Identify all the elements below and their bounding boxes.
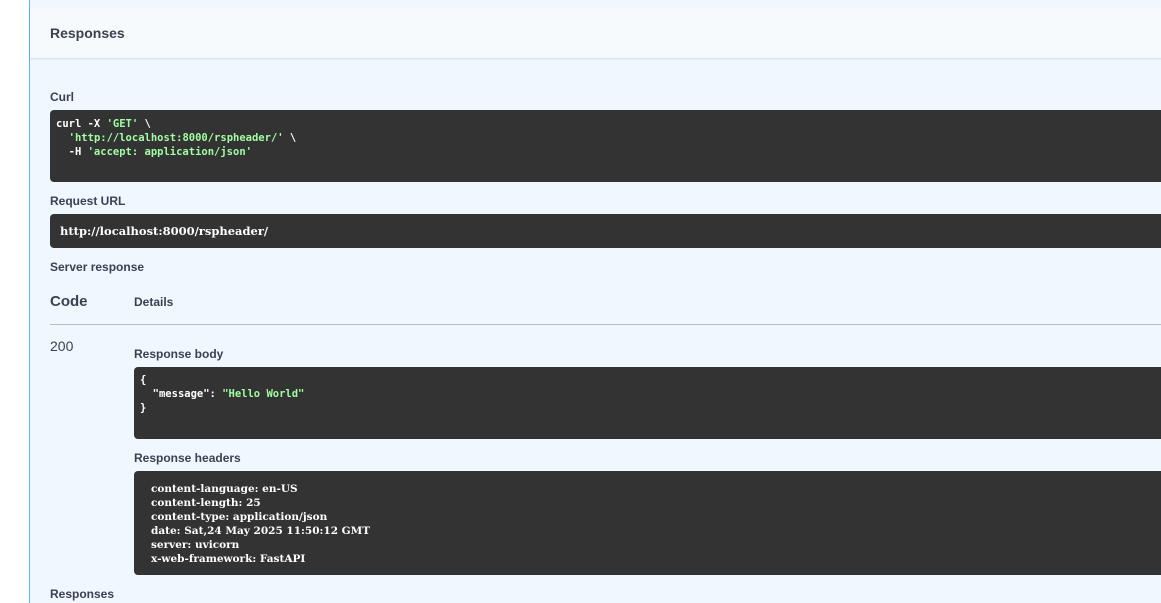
body-line: { <box>140 373 1161 387</box>
swagger-operation-page: Responses Curl curl -X 'GET' \ 'http://l… <box>0 0 1161 603</box>
curl-code-box[interactable]: curl -X 'GET' \ 'http://localhost:8000/r… <box>50 110 1161 182</box>
table-divider <box>50 324 1161 325</box>
curl-line-string: 'GET' <box>106 118 139 130</box>
response-status-code: 200 <box>50 338 74 354</box>
curl-line-text: curl -X <box>56 118 107 130</box>
curl-line-text <box>56 132 69 144</box>
curl-line-text: -H <box>56 146 88 158</box>
request-url-label: Request URL <box>50 194 126 208</box>
body-line-text: { <box>140 374 147 386</box>
curl-line-text: \ <box>283 132 297 144</box>
header-line: x-web-framework: FastAPI <box>151 553 306 565</box>
body-line-string: "Hello World" <box>222 388 305 400</box>
response-headers-label: Response headers <box>134 451 241 465</box>
header-line: content-language: en-US <box>151 483 298 495</box>
body-line: "message": "Hello World" <box>140 387 1161 401</box>
get-operation-block: Responses Curl curl -X 'GET' \ 'http://l… <box>29 0 1161 603</box>
column-header-details: Details <box>134 295 174 309</box>
body-line: } <box>140 401 1161 415</box>
responses-section-header: Responses <box>30 8 1161 58</box>
column-header-code: Code <box>50 293 88 310</box>
response-headers-box[interactable]: content-language: en-US content-length: … <box>134 471 1161 575</box>
curl-line-string: 'http://localhost:8000/rspheader/' <box>68 132 284 144</box>
response-body-label: Response body <box>134 347 224 361</box>
curl-line: -H 'accept: application/json' <box>56 145 1161 159</box>
header-line: content-length: 25 <box>151 497 261 509</box>
response-body-box[interactable]: { "message": "Hello World" } <box>134 367 1161 439</box>
body-line-text <box>140 388 153 400</box>
responses-section-title: Responses <box>50 25 125 41</box>
request-url-box[interactable]: http://localhost:8000/rspheader/ <box>50 214 1161 248</box>
curl-line-text: \ <box>138 118 151 130</box>
header-line: date: Sat,24 May 2025 11:50:12 GMT <box>151 525 371 537</box>
header-line: content-type: application/json <box>151 511 328 523</box>
responses-footer-label: Responses <box>50 587 115 601</box>
body-line-text: } <box>140 402 147 414</box>
header-line: server: uvicorn <box>151 539 240 551</box>
body-line-key: "message": <box>152 388 223 400</box>
curl-label: Curl <box>50 90 74 104</box>
top-strip <box>30 0 1161 8</box>
curl-line: 'http://localhost:8000/rspheader/' \ <box>56 131 1161 145</box>
curl-line-string: 'accept: application/json' <box>87 146 252 158</box>
curl-line: curl -X 'GET' \ <box>56 117 1161 131</box>
request-url-value: http://localhost:8000/rspheader/ <box>60 224 269 238</box>
server-response-label: Server response <box>50 260 145 274</box>
